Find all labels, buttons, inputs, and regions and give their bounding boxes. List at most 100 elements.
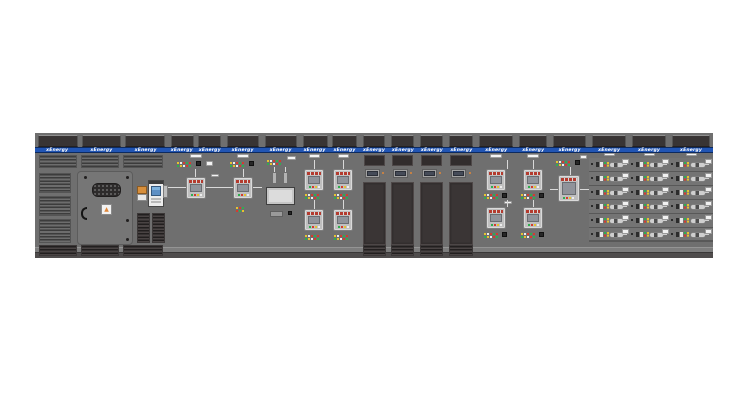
plinth: [629, 252, 669, 258]
plinth: [669, 252, 713, 258]
mimic-line: [533, 200, 534, 207]
brand-logo: xEnergy: [522, 148, 544, 153]
feeder-drawer: [669, 172, 713, 186]
feeder-drawer: [589, 186, 629, 200]
small-label: [137, 194, 147, 201]
acb-module: [186, 177, 206, 199]
indicator-lights: [604, 162, 606, 164]
brand-logo: xEnergy: [199, 148, 221, 153]
release-button: [591, 163, 593, 165]
bottom-vent-grille: [420, 245, 443, 256]
mimic-line: [314, 160, 315, 169]
acb-module: [304, 209, 324, 231]
brand-logo: xEnergy: [46, 148, 68, 153]
feeder-label: [705, 229, 712, 234]
feeder-label: [662, 159, 669, 164]
roof-panel: [553, 135, 586, 147]
mimic-line: [314, 200, 315, 209]
mimic-line: [533, 160, 534, 169]
acb-front: [300, 153, 360, 247]
brand-logo: xEnergy: [421, 148, 443, 153]
section-acb-single: xEnergy: [550, 133, 589, 258]
indicator-lights: [484, 233, 486, 235]
acb-face: [308, 216, 320, 224]
status-led: [410, 172, 412, 174]
indicator-lights: [596, 190, 599, 195]
door-bolt: [126, 238, 129, 241]
blank-panel-seam: [669, 240, 713, 241]
acb-label: [489, 172, 503, 175]
brand-logo: xEnergy: [304, 148, 326, 153]
roof-panels: [168, 133, 224, 147]
small-label: [504, 201, 512, 204]
control-switch: [539, 193, 544, 198]
acb-indicators: [191, 194, 193, 196]
oval-vent-grid: [92, 183, 121, 197]
roof-panel: [519, 135, 547, 147]
release-button: [591, 191, 593, 193]
feeder-label: [662, 187, 669, 192]
acb-face: [308, 176, 320, 184]
dark-door: [391, 182, 414, 245]
dark-door: [420, 182, 443, 245]
roof-panel: [303, 135, 328, 147]
indicator-lights: [636, 162, 639, 167]
feeder-label: [622, 229, 629, 234]
indicator-lights: [684, 176, 686, 178]
acb-label: [526, 210, 540, 213]
roof-panel: [125, 135, 165, 147]
indicator-lights: [604, 190, 606, 192]
nameplate: [206, 161, 213, 166]
indicator-lights: [596, 204, 599, 209]
plinth: [589, 252, 629, 258]
feeder-handle: [691, 163, 705, 167]
vent-grille: [364, 155, 385, 166]
release-button: [671, 191, 673, 193]
control-switch: [502, 232, 507, 237]
section-acb-quad: xEnergy xEnergy: [300, 133, 360, 258]
feeder-label: [622, 215, 629, 220]
acb-module: [523, 169, 543, 191]
acb-module: [558, 175, 580, 202]
feeder-label: [622, 159, 629, 164]
indicator-lights: [684, 218, 686, 220]
section-metering: xEnergy: [262, 133, 300, 258]
release-button: [631, 191, 633, 193]
feeder-handle: [691, 191, 705, 195]
feeder-handle: [691, 233, 705, 237]
roof-panels: [300, 133, 360, 147]
release-button: [631, 205, 633, 207]
indicator-lights: [636, 204, 639, 209]
indicator-lights: [236, 207, 238, 209]
vent-pill: [580, 155, 587, 159]
roof-panels: [476, 133, 516, 147]
plinth: [262, 252, 300, 258]
bottom-vent-grille: [449, 245, 473, 256]
indicator-lights: [676, 162, 679, 167]
feeder-drawer: [629, 214, 669, 228]
plinth: [516, 252, 550, 258]
acb-front: [516, 153, 550, 247]
release-button: [671, 233, 673, 235]
feeder-label: [622, 201, 629, 206]
acb-indicators: [563, 197, 565, 199]
meter-header: [149, 181, 163, 184]
section-control-cabinet-4: xEnergy: [446, 133, 476, 258]
blank-panel-seam: [629, 240, 669, 241]
door-bolt: [84, 176, 87, 179]
release-button: [671, 205, 673, 207]
roof-panel: [672, 135, 710, 147]
indicator-lights: [636, 176, 639, 181]
status-led: [469, 172, 471, 174]
plinth: [168, 252, 224, 258]
roof-panels: [388, 133, 417, 147]
control-switch: [288, 211, 292, 215]
feeder-drawer: [629, 158, 669, 172]
status-led: [382, 172, 384, 174]
feeder-drawer: [669, 186, 713, 200]
indicator-lights: [684, 204, 686, 206]
feeder-label: [705, 201, 712, 206]
roof-panels: [446, 133, 476, 147]
feeder-drawer: [589, 214, 629, 228]
indicator-lights: [644, 218, 646, 220]
